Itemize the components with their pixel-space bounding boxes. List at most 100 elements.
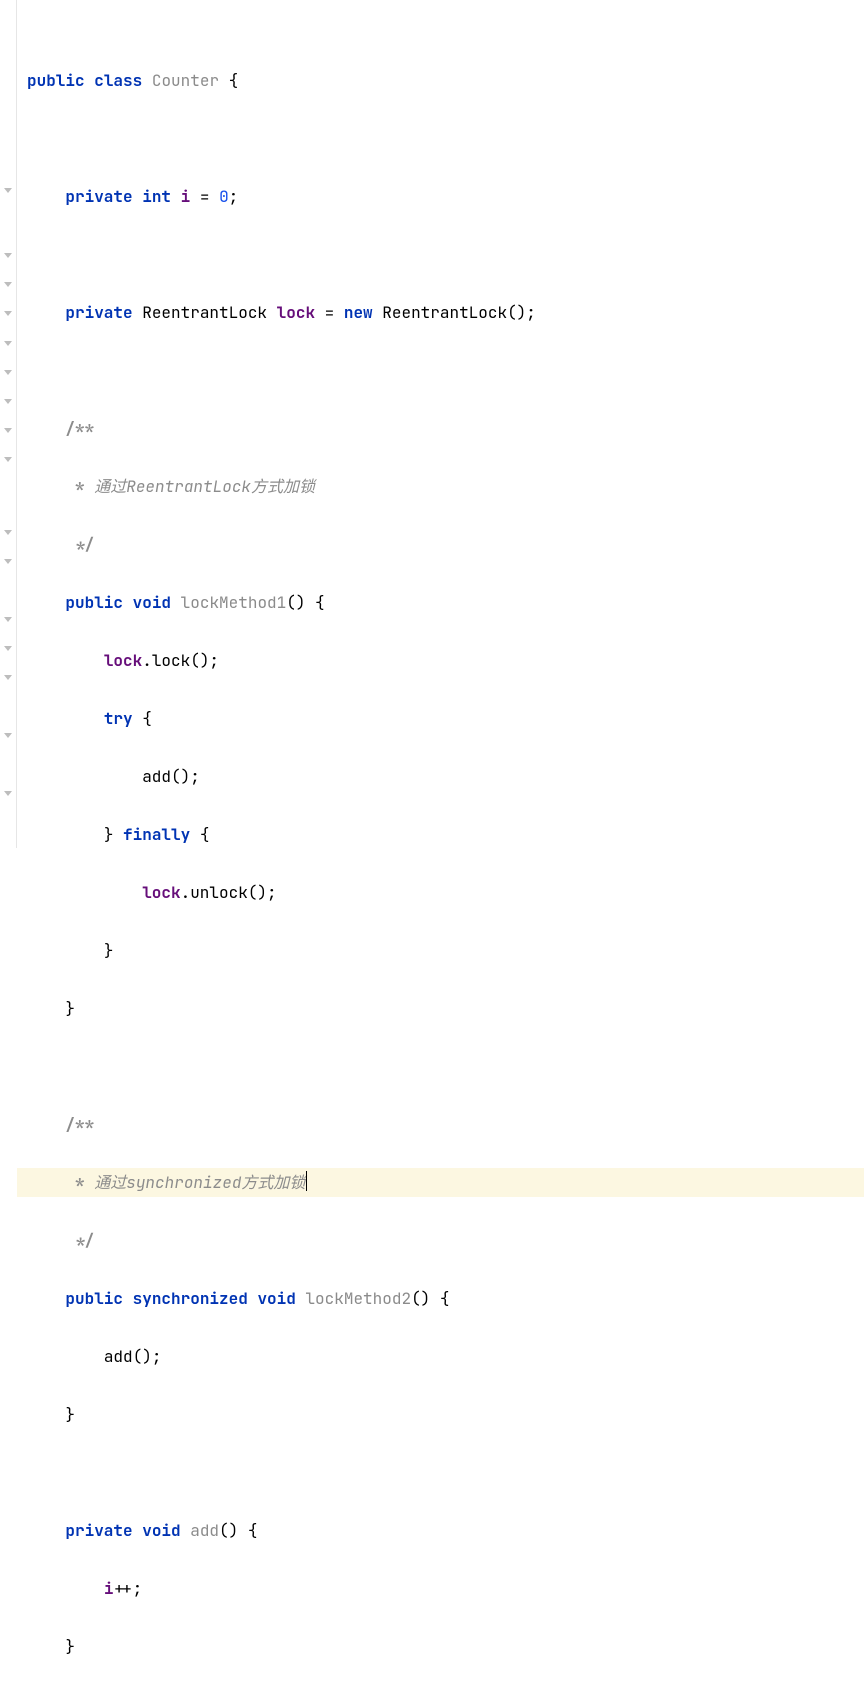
- javadoc-star: *: [65, 476, 94, 497]
- keyword-private: private: [65, 302, 132, 323]
- parens: (): [286, 592, 305, 613]
- method-call: add();: [104, 1346, 162, 1367]
- fold-marker-icon[interactable]: [2, 339, 14, 351]
- keyword-void: void: [133, 592, 171, 613]
- method-name: lockMethod2: [305, 1288, 411, 1309]
- fold-marker-icon[interactable]: [2, 731, 14, 743]
- code-line[interactable]: i++;: [27, 1574, 864, 1603]
- keyword-int: int: [142, 186, 171, 207]
- code-line[interactable]: */: [27, 1226, 864, 1255]
- brace: {: [190, 824, 209, 845]
- code-line[interactable]: private int i = 0;: [27, 182, 864, 211]
- method-name: lockMethod1: [181, 592, 287, 613]
- code-line[interactable]: }: [27, 994, 864, 1023]
- fold-marker-icon[interactable]: [2, 528, 14, 540]
- fold-marker-icon[interactable]: [2, 280, 14, 292]
- brace: {: [305, 592, 324, 613]
- code-line-current[interactable]: * 通过synchronized方式加锁: [17, 1168, 864, 1197]
- code-line[interactable]: }: [27, 1632, 864, 1661]
- brace: }: [104, 940, 114, 961]
- keyword-void: void: [257, 1288, 295, 1309]
- fold-marker-icon[interactable]: [2, 397, 14, 409]
- fold-marker-icon[interactable]: [2, 426, 14, 438]
- gutter[interactable]: [0, 0, 17, 848]
- brace: }: [104, 824, 114, 845]
- code-line[interactable]: /**: [27, 1110, 864, 1139]
- code-line[interactable]: private ReentrantLock lock = new Reentra…: [27, 298, 864, 327]
- fold-marker-icon[interactable]: [2, 557, 14, 569]
- operator: ++;: [113, 1578, 142, 1599]
- number-literal: 0: [219, 186, 229, 207]
- keyword-public: public: [65, 1288, 123, 1309]
- fold-marker-icon[interactable]: [2, 186, 14, 198]
- code-line[interactable]: * 通过ReentrantLock方式加锁: [27, 472, 864, 501]
- code-line[interactable]: add();: [27, 1342, 864, 1371]
- code-line[interactable]: [27, 356, 864, 385]
- code-line[interactable]: public class Counter {: [27, 66, 864, 95]
- code-line[interactable]: [27, 240, 864, 269]
- code-line[interactable]: add();: [27, 762, 864, 791]
- fold-marker-icon[interactable]: [2, 644, 14, 656]
- javadoc-open: /**: [65, 1114, 94, 1135]
- eq: =: [190, 186, 219, 207]
- keyword-synchronized: synchronized: [133, 1288, 248, 1309]
- javadoc-close: */: [65, 1230, 94, 1251]
- code-line[interactable]: }: [27, 1400, 864, 1429]
- code-line[interactable]: lock.unlock();: [27, 878, 864, 907]
- parens: (): [411, 1288, 430, 1309]
- semicolon: ;: [229, 186, 239, 207]
- text-caret: [306, 1171, 307, 1191]
- method-name: add: [190, 1520, 219, 1541]
- constructor: ReentrantLock(): [382, 302, 526, 323]
- brace: {: [229, 70, 239, 91]
- code-line[interactable]: }: [27, 936, 864, 965]
- brace: }: [65, 1404, 75, 1425]
- code-line[interactable]: try {: [27, 704, 864, 733]
- fold-marker-icon[interactable]: [2, 615, 14, 627]
- code-line[interactable]: [27, 124, 864, 153]
- javadoc-text: 通过synchronized方式加锁: [94, 1172, 305, 1193]
- code-area[interactable]: public class Counter { private int i = 0…: [17, 0, 864, 848]
- code-line[interactable]: } finally {: [27, 820, 864, 849]
- code-line[interactable]: /**: [27, 414, 864, 443]
- code-line[interactable]: */: [27, 530, 864, 559]
- fold-marker-icon[interactable]: [2, 673, 14, 685]
- parens: (): [219, 1520, 238, 1541]
- semicolon: ;: [526, 302, 536, 323]
- javadoc-star: *: [65, 1172, 94, 1193]
- field-i: i: [181, 186, 191, 207]
- fold-marker-icon[interactable]: [2, 309, 14, 321]
- brace: {: [133, 708, 152, 729]
- keyword-try: try: [104, 708, 133, 729]
- brace: }: [27, 1694, 37, 1696]
- brace: }: [65, 1636, 75, 1657]
- code-line[interactable]: lock.lock();: [27, 646, 864, 675]
- field-ref: i: [104, 1578, 114, 1599]
- fold-marker-icon[interactable]: [2, 455, 14, 467]
- code-line[interactable]: public void lockMethod1() {: [27, 588, 864, 617]
- fold-marker-icon[interactable]: [2, 368, 14, 380]
- code-line[interactable]: [27, 1458, 864, 1487]
- brace: {: [430, 1288, 449, 1309]
- keyword-finally: finally: [123, 824, 190, 845]
- method-call: .unlock();: [181, 882, 277, 903]
- keyword-public: public: [27, 70, 85, 91]
- eq: =: [315, 302, 344, 323]
- fold-marker-icon[interactable]: [2, 789, 14, 801]
- code-line[interactable]: }: [27, 1690, 864, 1696]
- javadoc-close: */: [65, 534, 94, 555]
- code-editor[interactable]: public class Counter { private int i = 0…: [0, 0, 864, 848]
- type-name: ReentrantLock: [142, 302, 267, 323]
- field-ref: lock: [142, 882, 180, 903]
- keyword-private: private: [65, 1520, 132, 1541]
- code-line[interactable]: private void add() {: [27, 1516, 864, 1545]
- code-line[interactable]: public synchronized void lockMethod2() {: [27, 1284, 864, 1313]
- class-name: Counter: [152, 70, 219, 91]
- method-call: add();: [142, 766, 200, 787]
- method-call: .lock();: [142, 650, 219, 671]
- brace: }: [65, 998, 75, 1019]
- brace: {: [238, 1520, 257, 1541]
- code-line[interactable]: [27, 1052, 864, 1081]
- javadoc-text: 通过ReentrantLock方式加锁: [94, 476, 315, 497]
- fold-marker-icon[interactable]: [2, 251, 14, 263]
